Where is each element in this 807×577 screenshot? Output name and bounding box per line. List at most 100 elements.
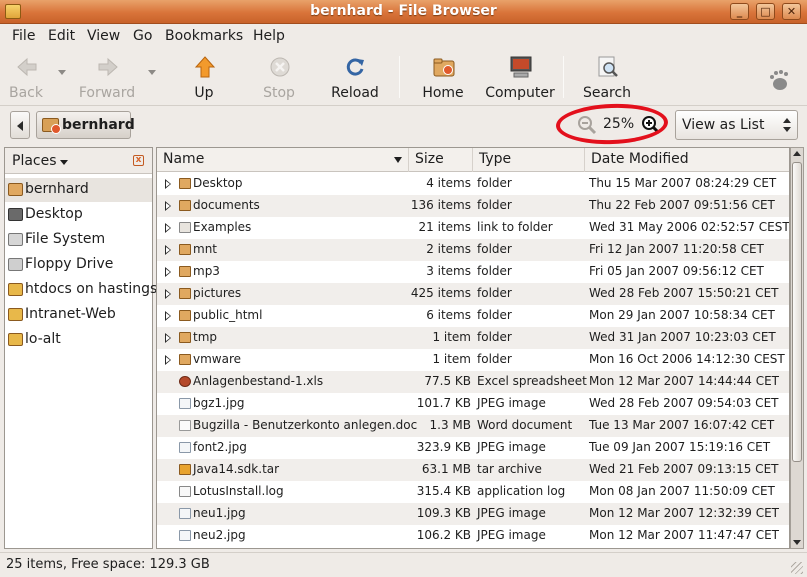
- reload-button[interactable]: Reload: [319, 54, 391, 102]
- file-type: folder: [477, 308, 512, 322]
- maximize-button[interactable]: □: [756, 3, 775, 20]
- file-size: 315.4 KB: [416, 484, 471, 498]
- table-row[interactable]: tmp 1 item folder Wed 31 Jan 2007 10:23:03 …: [157, 327, 789, 349]
- forward-button[interactable]: Forward: [71, 54, 143, 102]
- sidebar-item-htdocs[interactable]: htdocs on hastings: [5, 278, 157, 302]
- vertical-scrollbar[interactable]: [790, 147, 804, 549]
- table-row[interactable]: Bugzilla - Benutzerkonto anlegen.doc 1.3 …: [157, 415, 789, 437]
- table-row[interactable]: neu2.jpg 106.2 KB JPEG image Mon 12 Mar 200…: [157, 525, 789, 547]
- file-type: folder: [477, 264, 512, 278]
- file-list: Name Size Type Date Modified Desktop 4 it…: [156, 147, 790, 549]
- table-row[interactable]: mp3 3 items folder Fri 05 Jan 2007 09:56:12…: [157, 261, 789, 283]
- close-window-button[interactable]: ✕: [782, 3, 801, 20]
- expand-arrow-icon[interactable]: [165, 245, 171, 255]
- search-button[interactable]: Search: [571, 54, 643, 102]
- back-button[interactable]: Back: [0, 54, 62, 102]
- search-icon: [598, 56, 618, 77]
- menu-help[interactable]: Help: [253, 28, 285, 44]
- home-folder-icon: [8, 183, 23, 196]
- expand-arrow-icon[interactable]: [165, 289, 171, 299]
- sidebar-item-label: bernhard: [25, 181, 89, 197]
- home-button[interactable]: Home: [407, 54, 479, 102]
- file-type: JPEG image: [477, 506, 546, 520]
- file-size: 21 items: [418, 220, 471, 234]
- name-cell: neu2.jpg: [157, 525, 409, 547]
- sidebar-item-intranet-web[interactable]: Intranet-Web: [5, 303, 152, 327]
- resize-grip-icon[interactable]: [791, 562, 803, 574]
- column-header-size[interactable]: Size: [409, 148, 473, 172]
- table-row[interactable]: Java14.sdk.tar 63.1 MB tar archive Wed 21 F…: [157, 459, 789, 481]
- scroll-up-icon[interactable]: [793, 151, 801, 156]
- name-cell: Anlagenbestand-1.xls: [157, 371, 409, 393]
- expand-arrow-icon[interactable]: [165, 179, 171, 189]
- view-mode-select[interactable]: View as List: [675, 110, 798, 140]
- table-row[interactable]: bgz1.jpg 101.7 KB JPEG image Wed 28 Feb 200…: [157, 393, 789, 415]
- up-label: Up: [194, 85, 214, 101]
- file-size: 1.3 MB: [429, 418, 471, 432]
- table-row[interactable]: vmware 1 item folder Mon 16 Oct 2006 14:12:…: [157, 349, 789, 371]
- file-date: Wed 28 Feb 2007 09:54:03 CET: [589, 396, 779, 410]
- table-row[interactable]: documents 136 items folder Thu 22 Feb 2007 …: [157, 195, 789, 217]
- expand-arrow-icon[interactable]: [165, 267, 171, 277]
- column-header-name[interactable]: Name: [157, 148, 409, 172]
- menu-view[interactable]: View: [87, 28, 120, 44]
- table-row[interactable]: pictures 425 items folder Wed 28 Feb 2007 1…: [157, 283, 789, 305]
- expand-arrow-icon[interactable]: [165, 333, 171, 343]
- path-back-arrow-button[interactable]: [10, 111, 30, 139]
- scrollbar-thumb[interactable]: [792, 162, 802, 462]
- file-date: Mon 08 Jan 2007 11:50:09 CET: [589, 484, 775, 498]
- table-row[interactable]: mnt 2 items folder Fri 12 Jan 2007 11:20:58…: [157, 239, 789, 261]
- file-name: Anlagenbestand-1.xls: [193, 374, 324, 388]
- sidebar-item-file-system[interactable]: File System: [5, 228, 152, 252]
- table-row[interactable]: Desktop 4 items folder Thu 15 Mar 2007 08:2…: [157, 173, 789, 195]
- menu-bookmarks[interactable]: Bookmarks: [165, 28, 243, 44]
- file-size: 6 items: [426, 308, 471, 322]
- sidebar-item-label: Desktop: [25, 206, 83, 222]
- menu-edit[interactable]: Edit: [48, 28, 75, 44]
- table-row[interactable]: public_html 6 items folder Mon 29 Jan 2007 …: [157, 305, 789, 327]
- network-folder-icon: [8, 333, 23, 346]
- sidebar-item-desktop[interactable]: Desktop: [5, 203, 152, 227]
- folder-icon: [179, 200, 191, 211]
- file-type: application log: [477, 484, 566, 498]
- name-cell: mnt: [157, 239, 409, 261]
- computer-button[interactable]: Computer: [484, 54, 556, 102]
- column-header-date-modified[interactable]: Date Modified: [585, 148, 789, 172]
- name-cell: Examples: [157, 217, 409, 239]
- status-bar: 25 items, Free space: 129.3 GB: [0, 552, 807, 577]
- file-type: folder: [477, 330, 512, 344]
- sidebar-item-lo-alt[interactable]: lo-alt: [5, 328, 152, 352]
- breadcrumb-home-button[interactable]: bernhard: [36, 111, 135, 139]
- close-icon[interactable]: x: [133, 155, 144, 166]
- menu-file[interactable]: File: [12, 28, 35, 44]
- forward-history-dropdown-icon[interactable]: [148, 70, 156, 75]
- scroll-down-icon[interactable]: [793, 540, 801, 545]
- file-type: Excel spreadsheet: [477, 374, 587, 388]
- sidebar-item-floppy-drive[interactable]: Floppy Drive: [5, 253, 152, 277]
- expand-arrow-icon[interactable]: [165, 311, 171, 321]
- stop-button[interactable]: Stop: [243, 54, 315, 102]
- table-row[interactable]: LotusInstall.log 315.4 KB application log M…: [157, 481, 789, 503]
- places-dropdown[interactable]: Places: [12, 153, 57, 169]
- expand-arrow-icon[interactable]: [165, 201, 171, 211]
- column-header-type[interactable]: Type: [473, 148, 585, 172]
- expand-arrow-icon[interactable]: [165, 355, 171, 365]
- folder-icon: [179, 332, 191, 343]
- chevron-down-icon[interactable]: [60, 160, 68, 165]
- back-history-dropdown-icon[interactable]: [58, 70, 66, 75]
- file-icon: [179, 464, 191, 475]
- sidebar-item-bernhard[interactable]: bernhard: [5, 178, 152, 202]
- table-row[interactable]: Examples 21 items link to folder Wed 31 May…: [157, 217, 789, 239]
- file-size: 2 items: [426, 242, 471, 256]
- spin-arrows-icon: [783, 118, 791, 132]
- up-button[interactable]: Up: [168, 54, 240, 102]
- minimize-button[interactable]: _: [730, 3, 749, 20]
- table-row[interactable]: Anlagenbestand-1.xls 77.5 KB Excel spreads…: [157, 371, 789, 393]
- menu-go[interactable]: Go: [133, 28, 152, 44]
- forward-arrow-icon: [98, 57, 118, 77]
- folder-icon: [179, 222, 191, 233]
- table-row[interactable]: neu1.jpg 109.3 KB JPEG image Mon 12 Mar 200…: [157, 503, 789, 525]
- expand-arrow-icon[interactable]: [165, 223, 171, 233]
- file-name: LotusInstall.log: [193, 484, 284, 498]
- table-row[interactable]: font2.jpg 323.9 KB JPEG image Tue 09 Jan 20…: [157, 437, 789, 459]
